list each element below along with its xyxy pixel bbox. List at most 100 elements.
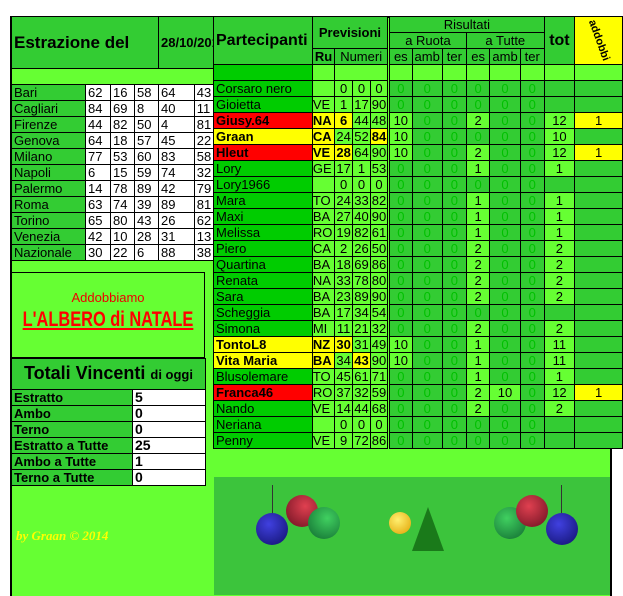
totali-value: 1 <box>132 453 206 470</box>
predicted-number: 90 <box>369 288 390 305</box>
participant-row: Piero CA 2 26 50 0 0 0 2 0 0 2 <box>213 240 623 257</box>
header-amb: amb <box>489 48 521 65</box>
result-es-ruota: 0 <box>387 288 413 305</box>
drawn-number: 44 <box>85 116 111 133</box>
predicted-number: 82 <box>352 224 371 241</box>
predicted-number: 48 <box>369 112 390 129</box>
ruota-code: TO <box>311 192 336 209</box>
result-amb-ruota: 0 <box>411 112 443 129</box>
participant-name: Piero <box>213 240 313 257</box>
result-es-ruota: 10 <box>387 336 413 353</box>
drawn-number: 22 <box>110 244 135 261</box>
result-ter-ruota: 0 <box>441 80 467 97</box>
predicted-number: 32 <box>352 384 371 401</box>
result-ter-tutte: 0 <box>519 224 545 241</box>
result-amb-ruota: 0 <box>411 224 443 241</box>
predicted-number: 59 <box>369 384 390 401</box>
drawn-number: 18 <box>110 132 135 149</box>
addobbi <box>574 224 623 241</box>
drawn-number: 8 <box>134 100 159 117</box>
city-name: Cagliari <box>11 100 86 117</box>
predicted-number: 34 <box>352 304 371 321</box>
result-amb-ruota: 0 <box>411 96 443 113</box>
predicted-number: 0 <box>334 416 354 433</box>
participant-name: Franca46 <box>213 384 313 401</box>
addobbi <box>574 208 623 225</box>
totali-table: Totali Vincenti di oggi Estratto 5 Ambo 0 Te… <box>11 358 206 486</box>
result-ter-ruota: 0 <box>441 160 467 177</box>
result-es-tutte: 2 <box>465 400 491 417</box>
totali-row: Ambo 0 <box>11 405 206 422</box>
result-es-ruota: 0 <box>387 320 413 337</box>
ruota-code: NZ <box>311 336 336 353</box>
header-amb: amb <box>411 48 443 65</box>
result-ter-ruota: 0 <box>441 224 467 241</box>
predicted-number: 11 <box>334 320 354 337</box>
ruota-code: VE <box>311 96 336 113</box>
predicted-number: 72 <box>352 432 371 449</box>
result-es-ruota: 0 <box>387 192 413 209</box>
result-amb-ruota: 0 <box>411 384 443 401</box>
ornament-red <box>516 495 548 527</box>
predicted-number: 64 <box>352 144 371 161</box>
total: 12 <box>543 144 576 161</box>
predicted-number: 33 <box>352 192 371 209</box>
byline: by Graan © 2014 <box>16 528 109 543</box>
drawn-number: 77 <box>85 148 111 165</box>
result-es-ruota: 0 <box>387 160 413 177</box>
blank-row <box>10 68 230 85</box>
estrazione-row: Venezia 42 10 28 31 13 <box>11 228 230 245</box>
result-amb-ruota: 0 <box>411 432 443 449</box>
result-es-tutte: 2 <box>465 112 491 129</box>
estrazione-row: Cagliari 84 69 8 40 11 <box>11 100 230 117</box>
result-amb-tutte: 0 <box>489 240 521 257</box>
result-amb-ruota: 0 <box>411 176 443 193</box>
participant-row: Neriana 0 0 0 0 0 0 0 0 0 <box>213 416 623 433</box>
estrazione-table: Estrazione del 28/10/2014 Bari 62 16 58 64 43 C… <box>10 16 230 261</box>
result-es-tutte: 1 <box>465 160 491 177</box>
result-ter-ruota: 0 <box>441 96 467 113</box>
result-amb-tutte: 0 <box>489 208 521 225</box>
drawn-number: 65 <box>85 212 111 229</box>
participant-name: Graan <box>213 128 313 145</box>
total: 11 <box>543 352 576 369</box>
result-amb-tutte: 0 <box>489 432 521 449</box>
participant-name: Mara <box>213 192 313 209</box>
result-es-ruota: 10 <box>387 112 413 129</box>
result-ter-ruota: 0 <box>441 176 467 193</box>
result-amb-tutte: 0 <box>489 128 521 145</box>
result-amb-ruota: 0 <box>411 304 443 321</box>
predicted-number: 2 <box>334 240 354 257</box>
participant-row: Blusolemare TO 45 61 71 0 0 0 1 0 0 1 <box>213 368 623 385</box>
estrazione-row: Torino 65 80 43 26 62 <box>11 212 230 229</box>
predicted-number: 0 <box>334 176 354 193</box>
addobbi <box>574 416 623 433</box>
result-es-tutte: 2 <box>465 144 491 161</box>
drawn-number: 4 <box>158 116 195 133</box>
predicted-number: 31 <box>352 336 371 353</box>
result-amb-tutte: 0 <box>489 352 521 369</box>
result-ter-tutte: 0 <box>519 240 545 257</box>
predicted-number: 23 <box>334 288 354 305</box>
addobbi <box>574 160 623 177</box>
ruota-code: CA <box>311 240 336 257</box>
totali-row: Ambo a Tutte 1 <box>11 453 206 470</box>
participant-name: Lory <box>213 160 313 177</box>
drawn-number: 26 <box>158 212 195 229</box>
predicted-number: 24 <box>334 128 354 145</box>
predicted-number: 37 <box>334 384 354 401</box>
totali-label: Ambo <box>11 405 133 422</box>
estrazione-title: Estrazione del <box>11 16 159 69</box>
drawn-number: 43 <box>134 212 159 229</box>
drawn-number: 40 <box>158 100 195 117</box>
predicted-number: 21 <box>352 320 371 337</box>
result-amb-tutte: 0 <box>489 416 521 433</box>
result-ter-tutte: 0 <box>519 96 545 113</box>
participant-name: Nando <box>213 400 313 417</box>
result-amb-ruota: 0 <box>411 320 443 337</box>
predicted-number: 53 <box>369 160 390 177</box>
ruota-code: VE <box>311 400 336 417</box>
drawn-number: 31 <box>158 228 195 245</box>
result-amb-ruota: 0 <box>411 80 443 97</box>
totali-label: Estratto a Tutte <box>11 437 133 454</box>
